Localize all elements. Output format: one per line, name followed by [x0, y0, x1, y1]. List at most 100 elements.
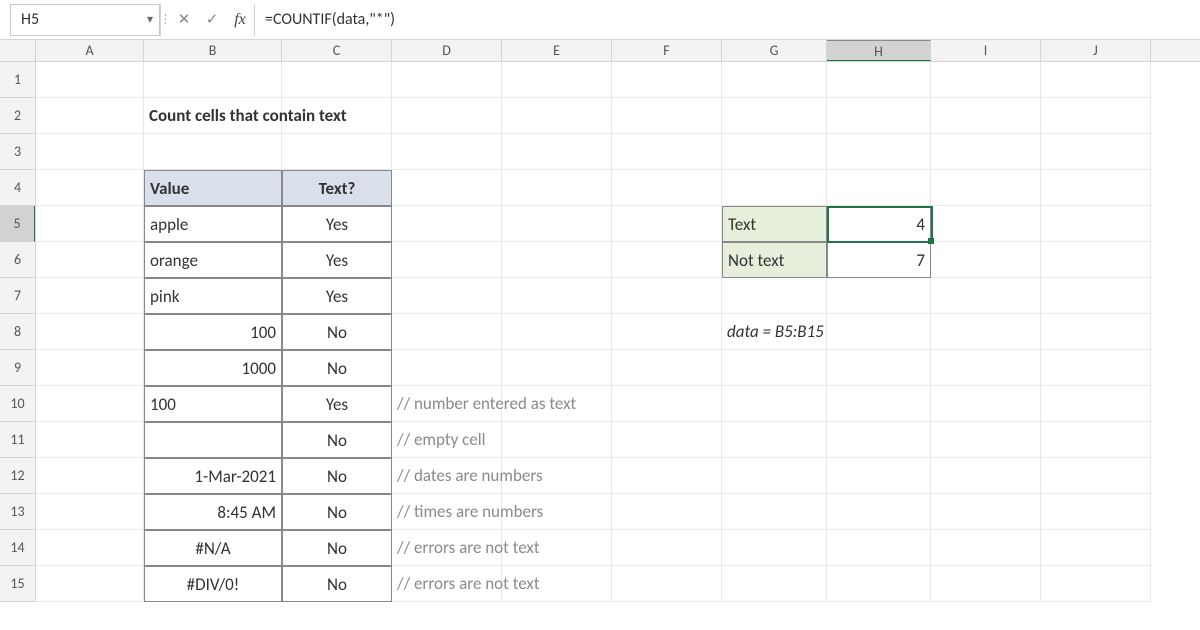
cell-E5[interactable]: [502, 206, 612, 242]
col-header-H[interactable]: H: [827, 40, 931, 61]
cell-H10[interactable]: [827, 386, 931, 422]
cell-D9[interactable]: [392, 350, 502, 386]
cell-H13[interactable]: [827, 494, 931, 530]
cell-D5[interactable]: [392, 206, 502, 242]
cell-C13[interactable]: No: [282, 494, 392, 530]
cell-H11[interactable]: [827, 422, 931, 458]
cell-F15[interactable]: [612, 566, 722, 602]
cell-H12[interactable]: [827, 458, 931, 494]
cell-C10[interactable]: Yes: [282, 386, 392, 422]
cell-F6[interactable]: [612, 242, 722, 278]
cell-A9[interactable]: [36, 350, 144, 386]
cell-G14[interactable]: [722, 530, 827, 566]
col-header-E[interactable]: E: [502, 40, 612, 61]
col-header-I[interactable]: I: [931, 40, 1041, 61]
cell-H14[interactable]: [827, 530, 931, 566]
cell-C7[interactable]: Yes: [282, 278, 392, 314]
col-header-G[interactable]: G: [722, 40, 827, 61]
row-header-10[interactable]: 10: [0, 386, 35, 422]
cell-E7[interactable]: [502, 278, 612, 314]
cell-B3[interactable]: [144, 134, 282, 170]
cell-G1[interactable]: [722, 62, 827, 98]
cell-D8[interactable]: [392, 314, 502, 350]
cell-H5[interactable]: 4: [827, 206, 931, 242]
cell-B2[interactable]: Count cells that contain text: [144, 98, 282, 134]
cell-J7[interactable]: [1041, 278, 1151, 314]
confirm-icon[interactable]: ✓: [198, 4, 226, 36]
cell-D3[interactable]: [392, 134, 502, 170]
cell-A12[interactable]: [36, 458, 144, 494]
row-header-11[interactable]: 11: [0, 422, 35, 458]
cell-J8[interactable]: [1041, 314, 1151, 350]
cell-F10[interactable]: [612, 386, 722, 422]
cell-A14[interactable]: [36, 530, 144, 566]
cell-F14[interactable]: [612, 530, 722, 566]
cell-B13[interactable]: 8:45 AM: [144, 494, 282, 530]
cell-D15[interactable]: // errors are not text: [392, 566, 502, 602]
cell-I6[interactable]: [931, 242, 1041, 278]
cell-B15[interactable]: #DIV/0!: [144, 566, 282, 602]
cell-G5[interactable]: Text: [722, 206, 827, 242]
cell-J15[interactable]: [1041, 566, 1151, 602]
cell-F1[interactable]: [612, 62, 722, 98]
row-header-12[interactable]: 12: [0, 458, 35, 494]
cell-I10[interactable]: [931, 386, 1041, 422]
cell-H1[interactable]: [827, 62, 931, 98]
row-header-9[interactable]: 9: [0, 350, 35, 386]
cell-G15[interactable]: [722, 566, 827, 602]
chevron-down-icon[interactable]: ▾: [147, 12, 153, 27]
cell-D1[interactable]: [392, 62, 502, 98]
cell-C14[interactable]: No: [282, 530, 392, 566]
formula-input[interactable]: =COUNTIF(data,"*"): [254, 4, 1200, 36]
cell-I9[interactable]: [931, 350, 1041, 386]
cell-B14[interactable]: #N/A: [144, 530, 282, 566]
cell-A13[interactable]: [36, 494, 144, 530]
cell-G12[interactable]: [722, 458, 827, 494]
cell-J13[interactable]: [1041, 494, 1151, 530]
cell-J10[interactable]: [1041, 386, 1151, 422]
col-header-C[interactable]: C: [282, 40, 392, 61]
cell-A6[interactable]: [36, 242, 144, 278]
row-header-13[interactable]: 13: [0, 494, 35, 530]
cell-H9[interactable]: [827, 350, 931, 386]
cell-A10[interactable]: [36, 386, 144, 422]
cell-I13[interactable]: [931, 494, 1041, 530]
cell-D12[interactable]: // dates are numbers: [392, 458, 502, 494]
cell-G8[interactable]: data = B5:B15: [722, 314, 827, 350]
cell-D4[interactable]: [392, 170, 502, 206]
cell-E4[interactable]: [502, 170, 612, 206]
cancel-icon[interactable]: ✕: [170, 4, 198, 36]
cell-H6[interactable]: 7: [827, 242, 931, 278]
fx-icon[interactable]: fx: [226, 4, 254, 36]
cell-E3[interactable]: [502, 134, 612, 170]
cell-J5[interactable]: [1041, 206, 1151, 242]
cell-B4[interactable]: Value: [144, 170, 282, 206]
cell-E2[interactable]: [502, 98, 612, 134]
cell-B7[interactable]: pink: [144, 278, 282, 314]
cell-A11[interactable]: [36, 422, 144, 458]
cell-D11[interactable]: // empty cell: [392, 422, 502, 458]
row-header-7[interactable]: 7: [0, 278, 35, 314]
col-header-A[interactable]: A: [36, 40, 144, 61]
row-header-4[interactable]: 4: [0, 170, 35, 206]
cell-E1[interactable]: [502, 62, 612, 98]
cell-H8[interactable]: [827, 314, 931, 350]
cell-J6[interactable]: [1041, 242, 1151, 278]
cell-C5[interactable]: Yes: [282, 206, 392, 242]
cell-J12[interactable]: [1041, 458, 1151, 494]
cell-G10[interactable]: [722, 386, 827, 422]
cell-J11[interactable]: [1041, 422, 1151, 458]
cell-D6[interactable]: [392, 242, 502, 278]
cell-I3[interactable]: [931, 134, 1041, 170]
cell-B1[interactable]: [144, 62, 282, 98]
cell-E6[interactable]: [502, 242, 612, 278]
cell-A5[interactable]: [36, 206, 144, 242]
cell-C9[interactable]: No: [282, 350, 392, 386]
cell-G11[interactable]: [722, 422, 827, 458]
row-header-8[interactable]: 8: [0, 314, 35, 350]
col-header-J[interactable]: J: [1041, 40, 1151, 61]
cell-C12[interactable]: No: [282, 458, 392, 494]
cell-J9[interactable]: [1041, 350, 1151, 386]
row-header-14[interactable]: 14: [0, 530, 35, 566]
cell-D2[interactable]: [392, 98, 502, 134]
